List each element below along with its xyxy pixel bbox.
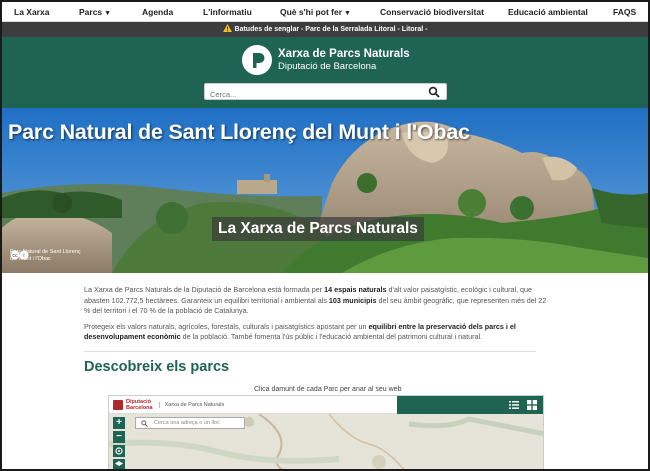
alert-bar[interactable]: Batudes de senglar - Parc de la Serralad… (2, 22, 648, 37)
zoom-in-button[interactable]: + (113, 417, 125, 429)
warning-icon (222, 24, 232, 32)
nav-item-informatiu[interactable]: L'informatiu (203, 7, 252, 17)
nav-item-agenda[interactable]: Agenda (142, 7, 173, 17)
locate-icon (115, 447, 123, 455)
nav-item-parcs-label: Parcs (79, 7, 103, 17)
parks-map[interactable]: Diputació Barcelona Xarxa de Parcs Natur… (108, 395, 544, 469)
map-search-input[interactable]: Cerca una adreça o un lloc (135, 417, 245, 429)
search-icon[interactable] (428, 86, 440, 98)
logo-icon[interactable] (242, 45, 272, 75)
search-box (204, 83, 447, 102)
page-frame: La Xarxa Parcs ▼ Agenda L'informatiu Què … (0, 0, 650, 471)
nav-item-educacio[interactable]: Educació ambiental (508, 7, 588, 17)
hero-banner[interactable]: Parc Natural de Sant Llorenç del Munt i … (2, 108, 648, 273)
section-title-parcs: Descobreix els parcs (84, 359, 230, 375)
locate-button[interactable] (113, 445, 125, 457)
intro-paragraph-1: La Xarxa de Parcs Naturals de la Diputac… (84, 285, 547, 315)
site-subtitle: Diputació de Barcelona (278, 61, 377, 72)
nav-item-la-xarxa[interactable]: La Xarxa (14, 7, 49, 17)
diputacio-emblem-icon (113, 400, 123, 410)
chevron-down-icon: ▼ (344, 10, 351, 17)
search-icon (141, 420, 148, 427)
intro-paragraph-2: Protegeix els valors naturals, agrícoles… (84, 321, 516, 342)
site-header: Xarxa de Parcs Naturals Diputació de Bar… (2, 37, 648, 108)
alert-text: Batudes de senglar - Parc de la Serralad… (234, 26, 428, 33)
grid-view-icon[interactable] (527, 400, 537, 410)
search-input[interactable] (205, 87, 415, 102)
nav-item-que-shi-pot-fer[interactable]: Què s'hi pot fer ▼ (280, 7, 351, 17)
chevron-down-icon: ▼ (104, 10, 112, 17)
intro-text: La Xarxa de Parcs Naturals de la Diputac… (84, 285, 554, 348)
creative-commons-icon: cc i (10, 250, 29, 260)
nav-item-parcs[interactable]: Parcs ▼ (79, 7, 111, 17)
svg-text:i: i (23, 253, 24, 259)
brand-sub: Xarxa de Parcs Naturals (158, 402, 224, 408)
hero-title: Parc Natural de Sant Llorenç del Munt i … (8, 120, 470, 144)
layers-icon (115, 461, 123, 466)
map-view-toggle (397, 396, 543, 414)
nav-item-faqs[interactable]: FAQS (613, 7, 636, 17)
hero-badge: La Xarxa de Parcs Naturals (212, 217, 424, 241)
hero-caption: cc i Parc Natural de Sant Llorenç del Mu… (10, 249, 81, 263)
map-canvas[interactable]: + − Cerca una adreça o un lloc (109, 414, 543, 469)
diputacio-logo[interactable]: Diputació Barcelona Xarxa de Parcs Natur… (113, 399, 224, 411)
main-content: La Xarxa de Parcs Naturals de la Diputac… (2, 273, 648, 469)
map-hint: Clica damunt de cada Parc per anar al se… (254, 386, 402, 393)
brand-line2: Barcelona (126, 405, 153, 411)
list-view-icon[interactable] (509, 400, 519, 410)
site-title[interactable]: Xarxa de Parcs Naturals (278, 48, 410, 60)
nav-item-conservacio[interactable]: Conservació biodiversitat (380, 7, 484, 17)
svg-text:cc: cc (12, 253, 18, 259)
top-nav: La Xarxa Parcs ▼ Agenda L'informatiu Què … (2, 2, 648, 22)
zoom-out-button[interactable]: − (113, 431, 125, 443)
nav-item-que-label: Què s'hi pot fer (280, 7, 342, 17)
divider (84, 351, 536, 352)
map-search-placeholder: Cerca una adreça o un lloc (154, 420, 220, 426)
layers-button[interactable] (113, 459, 125, 469)
